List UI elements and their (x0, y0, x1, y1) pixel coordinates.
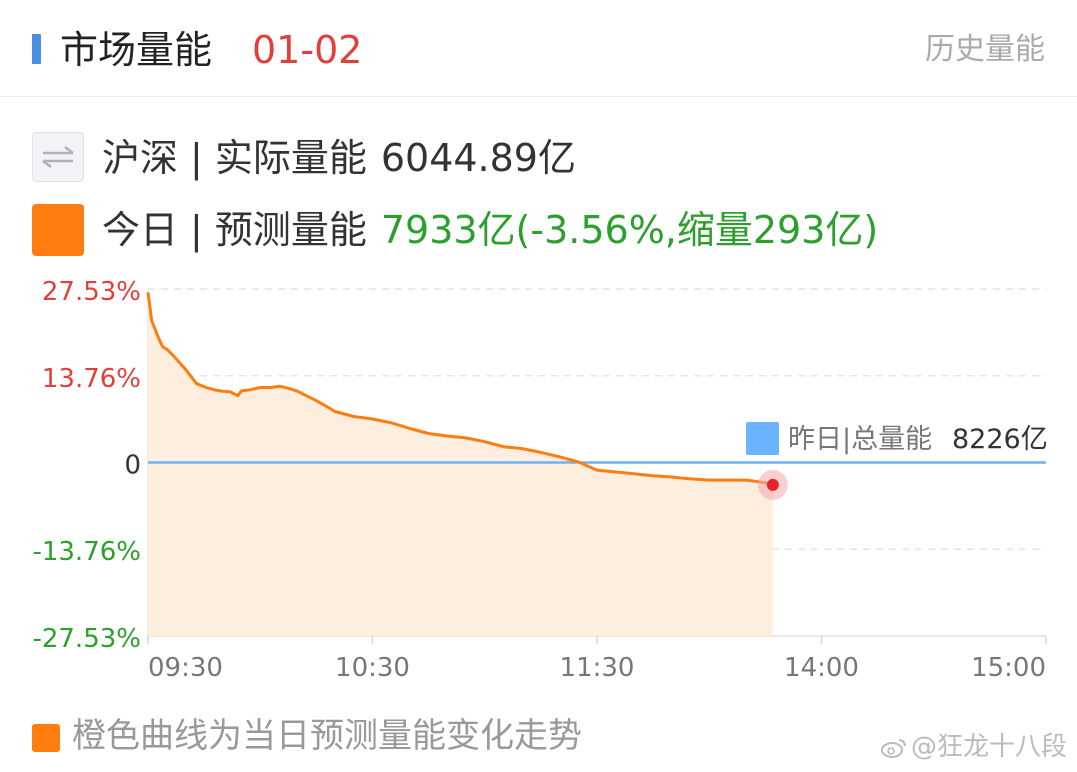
market-volume-card: 市场量能 01-02 历史量能 沪深 | 实际量能 6044.89亿 今日 | 预测量能 7… (0, 0, 1077, 772)
x-tick-label: 14:00 (784, 653, 859, 683)
series-area-fill (148, 292, 773, 636)
weibo-icon (880, 738, 906, 758)
y-tick-label: -27.53% (32, 624, 141, 654)
watermark: @狂龙十八段 (880, 730, 1067, 764)
legend-text: 橙色曲线为当日预测量能变化走势 (72, 716, 582, 756)
yesterday-swatch (746, 422, 779, 455)
watermark-text: @狂龙十八段 (910, 732, 1067, 762)
legend-swatch (32, 724, 60, 752)
x-tick-label: 15:00 (971, 653, 1046, 683)
x-tick-label: 11:30 (560, 653, 635, 683)
yesterday-value: 8226亿 (952, 424, 1048, 455)
current-point (766, 478, 779, 491)
y-tick-label: -13.76% (32, 537, 141, 567)
yesterday-label: 昨日|总量能 (788, 424, 932, 455)
y-tick-label: 0 (124, 451, 141, 481)
x-tick-label: 10:30 (335, 653, 410, 683)
x-tick-label: 09:30 (148, 653, 223, 683)
y-tick-label: 27.53% (42, 277, 141, 307)
volume-chart[interactable]: 27.53% 13.76% 0 -13.76% -27.53%09:30 10:30 11:… (0, 0, 1077, 700)
y-tick-label: 13.76% (42, 364, 141, 394)
